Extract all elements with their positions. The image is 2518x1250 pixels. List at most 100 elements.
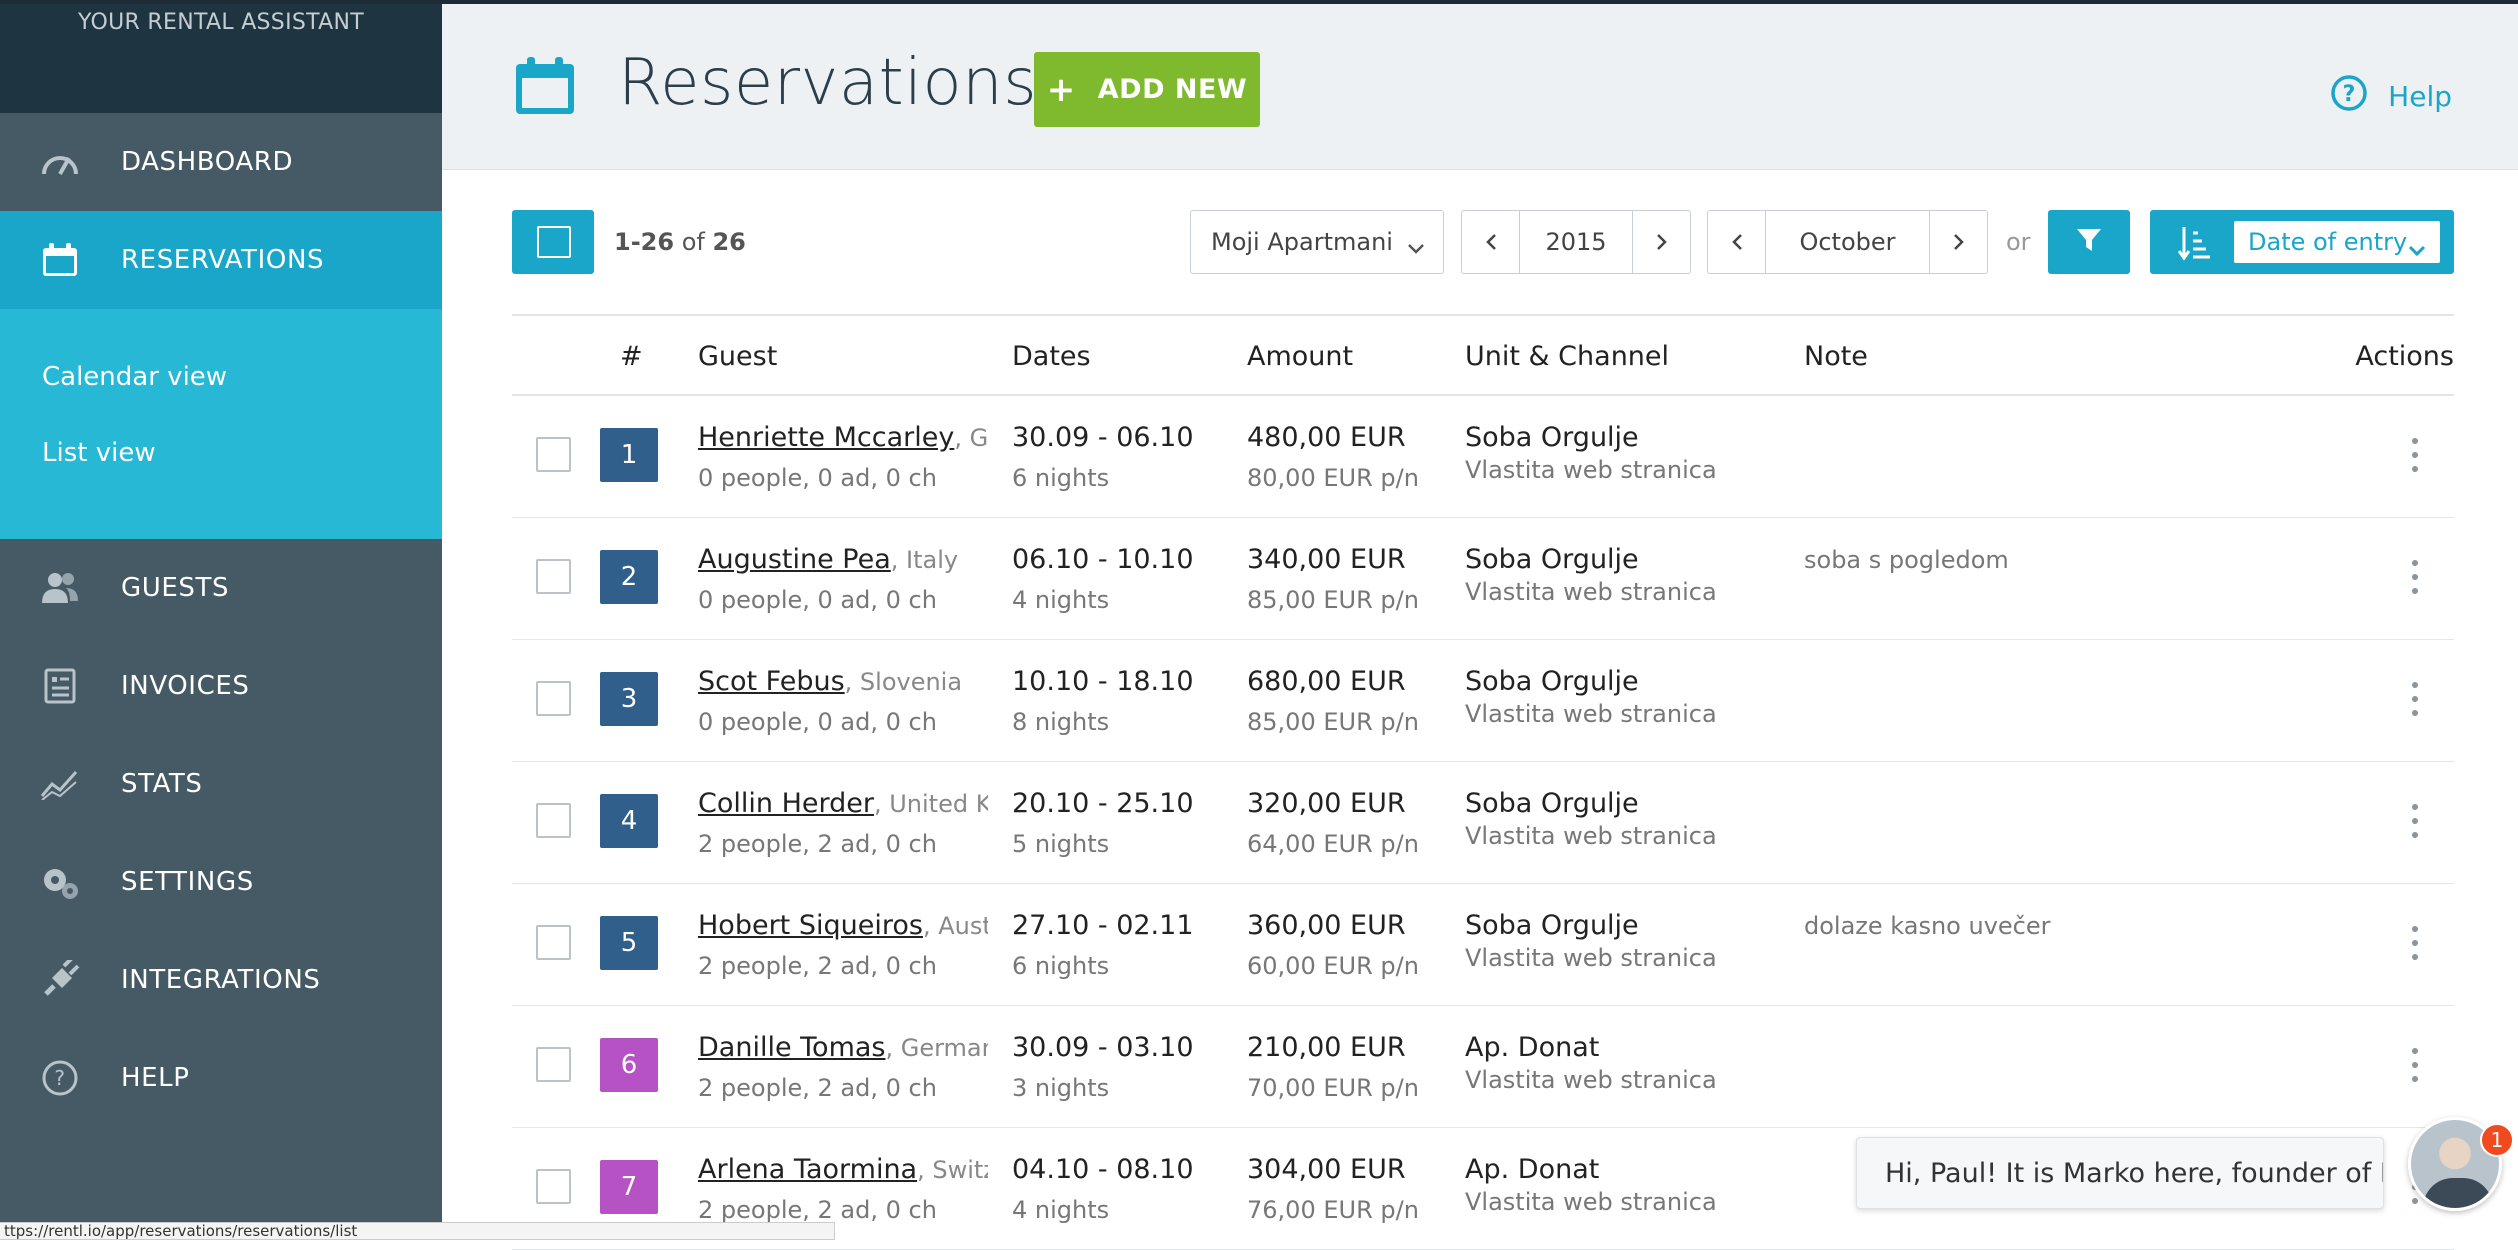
sidebar-item-help[interactable]: ? HELP [0, 1029, 442, 1127]
guest-cell: Hobert Siqueiros, Austr [698, 910, 988, 941]
add-new-button[interactable]: + ADD NEW [1034, 52, 1260, 127]
help-link[interactable]: ? Help [2330, 74, 2452, 119]
sidebar-item-integrations[interactable]: INTEGRATIONS [0, 931, 442, 1029]
column-header-amount: Amount [1247, 341, 1353, 372]
reservation-number-badge[interactable]: 6 [600, 1038, 658, 1092]
amount-per-night: 60,00 EUR p/n [1247, 952, 1419, 980]
sidebar-item-label: STATS [121, 769, 203, 799]
month-prev-button[interactable] [1708, 211, 1766, 273]
reservation-number-badge[interactable]: 3 [600, 672, 658, 726]
guest-cell: Scot Febus, Slovenia [698, 666, 988, 697]
question-icon: ? [40, 1058, 80, 1098]
stay-dates: 10.10 - 18.10 [1012, 666, 1194, 697]
table-body: 1Henriette Mccarley, Ge0 people, 0 ad, 0… [512, 396, 2454, 1250]
channel-name: Vlastita web stranica [1465, 700, 1717, 728]
year-prev-button[interactable] [1462, 211, 1520, 273]
guest-name-link[interactable]: Hobert Siqueiros [698, 910, 923, 941]
property-select-value: Moji Apartmani [1211, 228, 1393, 256]
status-url: ttps://rentl.io/app/reservations/reserva… [0, 1222, 835, 1240]
more-actions-icon[interactable] [2410, 804, 2420, 838]
amount-total: 320,00 EUR [1247, 788, 1406, 819]
sort-select[interactable]: Date of entry [2234, 221, 2440, 263]
column-header-dates: Dates [1012, 341, 1091, 372]
guest-country: , Austr [923, 912, 988, 940]
stay-nights: 8 nights [1012, 708, 1109, 736]
speedometer-icon [40, 142, 80, 182]
row-checkbox[interactable] [536, 437, 571, 472]
row-checkbox[interactable] [536, 1047, 571, 1082]
table-row[interactable]: 6Danille Tomas, German2 people, 2 ad, 0 … [512, 1006, 2454, 1128]
year-next-button[interactable] [1632, 211, 1690, 273]
more-actions-icon[interactable] [2410, 560, 2420, 594]
table-row[interactable]: 3Scot Febus, Slovenia0 people, 0 ad, 0 c… [512, 640, 2454, 762]
reservation-number-badge[interactable]: 7 [600, 1160, 658, 1214]
sidebar-item-guests[interactable]: GUESTS [0, 539, 442, 637]
reservation-number-badge[interactable]: 4 [600, 794, 658, 848]
calendar-icon [514, 56, 576, 120]
column-header-actions: Actions [2355, 341, 2454, 372]
guest-name-link[interactable]: Arlena Taormina [698, 1154, 917, 1185]
table-row[interactable]: 5 Hobert Siqueiros, Austr 2 people, 2 ad, … [512, 884, 2454, 1006]
plus-icon: + [1047, 70, 1076, 110]
sidebar-item-label: DASHBOARD [121, 147, 293, 177]
property-select[interactable]: Moji Apartmani [1190, 210, 1444, 274]
row-checkbox[interactable] [536, 559, 571, 594]
reservation-number-badge[interactable]: 2 [600, 550, 658, 604]
stay-dates: 30.09 - 06.10 [1012, 422, 1194, 453]
guest-name-link[interactable]: Augustine Pea [698, 544, 891, 575]
sidebar-item-dashboard[interactable]: DASHBOARD [0, 113, 442, 211]
column-header-number: # [620, 341, 643, 372]
guest-name-link[interactable]: Collin Herder [698, 788, 874, 819]
guest-name-link[interactable]: Henriette Mccarley [698, 422, 954, 453]
row-checkbox[interactable] [536, 681, 571, 716]
select-all-checkbox[interactable] [512, 210, 594, 274]
chat-message-bubble[interactable]: Hi, Paul! It is Marko here, founder of R… [1856, 1137, 2384, 1209]
amount-total: 480,00 EUR [1247, 422, 1406, 453]
sidebar-item-stats[interactable]: STATS [0, 735, 442, 833]
unit-name: Ap. Donat [1465, 1154, 1599, 1185]
guest-people: 2 people, 2 ad, 0 ch [698, 952, 937, 980]
more-actions-icon[interactable] [2410, 1048, 2420, 1082]
more-actions-icon[interactable] [2410, 438, 2420, 472]
stay-dates: 04.10 - 08.10 [1012, 1154, 1194, 1185]
list-toolbar: 1-26 of 26 Moji Apartmani 2015 October o… [512, 210, 2454, 276]
table-row[interactable]: 4Collin Herder, United Ki2 people, 2 ad,… [512, 762, 2454, 884]
sort-icon[interactable] [2178, 225, 2212, 265]
table-row[interactable]: 1Henriette Mccarley, Ge0 people, 0 ad, 0… [512, 396, 2454, 518]
sidebar-item-settings[interactable]: SETTINGS [0, 833, 442, 931]
row-checkbox[interactable] [536, 803, 571, 838]
more-actions-icon[interactable] [2410, 682, 2420, 716]
stay-dates: 30.09 - 03.10 [1012, 1032, 1194, 1063]
row-checkbox[interactable] [536, 1169, 571, 1204]
guest-country: , Ge [954, 424, 988, 452]
column-header-guest: Guest [698, 341, 777, 372]
filter-button[interactable] [2048, 210, 2130, 274]
calendar-icon [40, 240, 80, 280]
month-next-button[interactable] [1929, 211, 1987, 273]
submenu-list-view[interactable]: List view [0, 405, 442, 501]
chat-notification-badge: 1 [2480, 1123, 2514, 1157]
sort-select-value: Date of entry [2248, 228, 2407, 256]
guest-name-link[interactable]: Scot Febus [698, 666, 845, 697]
help-circle-icon: ? [2330, 74, 2368, 119]
invoice-icon [40, 666, 80, 706]
submenu-calendar-view[interactable]: Calendar view [0, 349, 442, 405]
amount-total: 360,00 EUR [1247, 910, 1406, 941]
more-actions-icon[interactable] [2410, 926, 2420, 960]
sidebar: YOUR RENTAL ASSISTANT DASHBOARD RESERVAT… [0, 0, 442, 1240]
sidebar-item-label: INVOICES [121, 671, 249, 701]
unit-name: Soba Orgulje [1465, 788, 1639, 819]
reservation-number-badge[interactable]: 5 [600, 916, 658, 970]
sidebar-item-reservations[interactable]: RESERVATIONS [0, 211, 442, 309]
row-checkbox[interactable] [536, 925, 571, 960]
guest-cell: Augustine Pea, Italy [698, 544, 988, 575]
brand-title: YOUR RENTAL ASSISTANT [0, 0, 442, 113]
table-row[interactable]: 2Augustine Pea, Italy0 people, 0 ad, 0 c… [512, 518, 2454, 640]
sidebar-item-invoices[interactable]: INVOICES [0, 637, 442, 735]
guest-name-link[interactable]: Danille Tomas [698, 1032, 885, 1063]
sidebar-item-label: GUESTS [121, 573, 229, 603]
reservation-number-badge[interactable]: 1 [600, 428, 658, 482]
users-icon [40, 568, 80, 608]
guest-cell: Henriette Mccarley, Ge [698, 422, 988, 453]
add-new-label: ADD NEW [1098, 74, 1247, 105]
